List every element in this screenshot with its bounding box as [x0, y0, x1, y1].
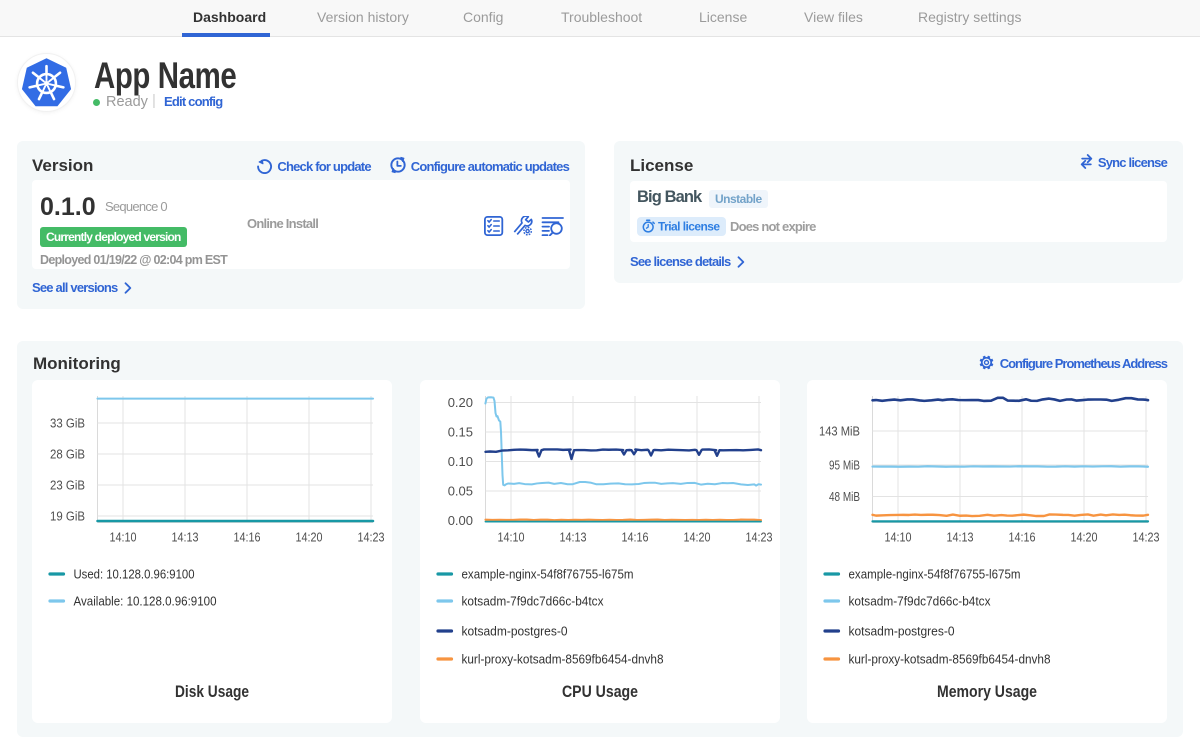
svg-text:14:16: 14:16 — [1009, 531, 1036, 545]
svg-text:14:13: 14:13 — [560, 531, 587, 545]
svg-text:14:13: 14:13 — [947, 531, 974, 545]
svg-text:14:23: 14:23 — [1133, 531, 1160, 545]
svg-text:14:16: 14:16 — [234, 531, 261, 545]
svg-text:28 GiB: 28 GiB — [50, 447, 85, 462]
svg-text:Used: 10.128.0.96:9100: Used: 10.128.0.96:9100 — [74, 567, 195, 582]
svg-text:0.05: 0.05 — [448, 484, 473, 499]
svg-text:0.20: 0.20 — [448, 395, 473, 410]
svg-text:kotsadm-7f9dc7d66c-b4tcx: kotsadm-7f9dc7d66c-b4tcx — [462, 594, 604, 609]
svg-text:14:13: 14:13 — [172, 531, 199, 545]
svg-text:14:20: 14:20 — [684, 531, 711, 545]
svg-text:CPU Usage: CPU Usage — [562, 683, 638, 701]
svg-text:kotsadm-postgres-0: kotsadm-postgres-0 — [849, 624, 955, 639]
svg-text:143 MiB: 143 MiB — [819, 424, 860, 439]
svg-text:95 MiB: 95 MiB — [829, 458, 860, 473]
svg-text:Available: 10.128.0.96:9100: Available: 10.128.0.96:9100 — [74, 594, 217, 609]
svg-text:kurl-proxy-kotsadm-8569fb6454-: kurl-proxy-kotsadm-8569fb6454-dnvh8 — [462, 652, 664, 667]
svg-text:Disk Usage: Disk Usage — [175, 683, 249, 701]
svg-text:14:20: 14:20 — [1071, 531, 1098, 545]
svg-text:14:10: 14:10 — [498, 531, 525, 545]
svg-text:14:10: 14:10 — [885, 531, 912, 545]
svg-text:kotsadm-postgres-0: kotsadm-postgres-0 — [462, 624, 568, 639]
svg-text:14:16: 14:16 — [622, 531, 649, 545]
svg-text:kotsadm-7f9dc7d66c-b4tcx: kotsadm-7f9dc7d66c-b4tcx — [849, 594, 991, 609]
svg-text:kurl-proxy-kotsadm-8569fb6454-: kurl-proxy-kotsadm-8569fb6454-dnvh8 — [849, 652, 1051, 667]
svg-text:0.00: 0.00 — [448, 513, 473, 528]
svg-text:19 GiB: 19 GiB — [50, 509, 85, 524]
svg-text:23 GiB: 23 GiB — [50, 478, 85, 493]
svg-text:33 GiB: 33 GiB — [50, 416, 85, 431]
svg-text:Memory Usage: Memory Usage — [937, 683, 1037, 701]
svg-text:14:20: 14:20 — [296, 531, 323, 545]
svg-text:14:23: 14:23 — [746, 531, 773, 545]
svg-text:48 MiB: 48 MiB — [829, 489, 860, 504]
svg-text:example-nginx-54f8f76755-l675m: example-nginx-54f8f76755-l675m — [462, 567, 634, 582]
svg-text:0.15: 0.15 — [448, 425, 473, 440]
svg-text:14:23: 14:23 — [358, 531, 385, 545]
svg-text:example-nginx-54f8f76755-l675m: example-nginx-54f8f76755-l675m — [849, 567, 1021, 582]
svg-text:14:10: 14:10 — [110, 531, 137, 545]
svg-text:0.10: 0.10 — [448, 454, 473, 469]
